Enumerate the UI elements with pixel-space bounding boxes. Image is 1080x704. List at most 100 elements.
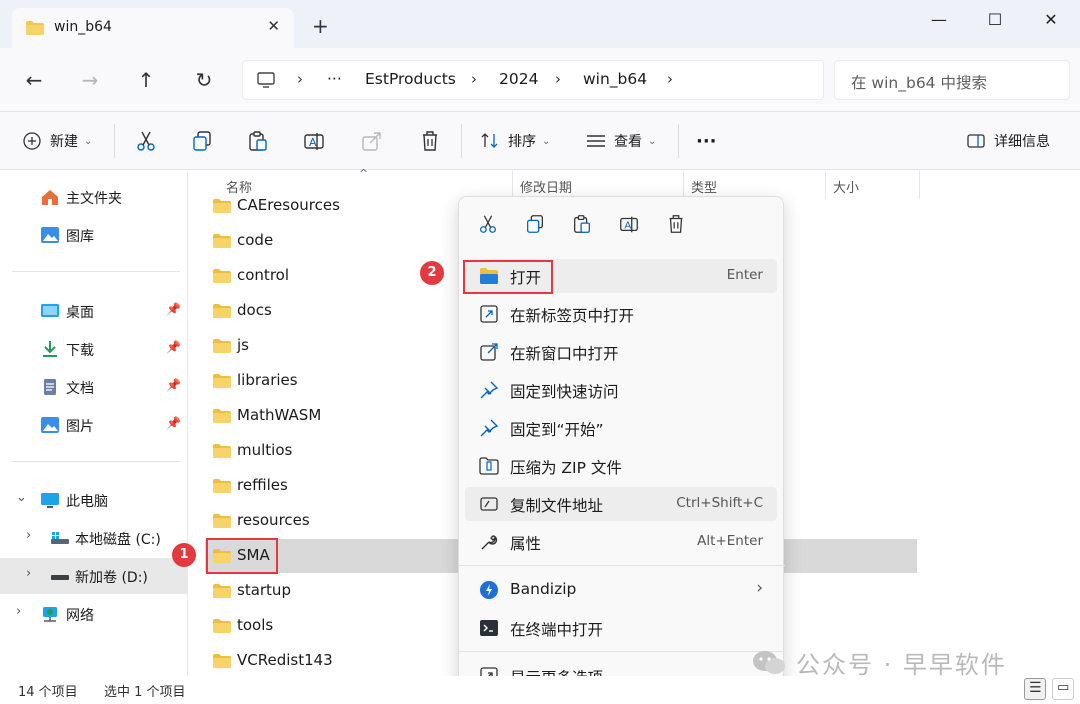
- forward-button[interactable]: →: [76, 66, 104, 94]
- minimize-button[interactable]: —: [924, 8, 954, 32]
- menu-item-pin-start[interactable]: 固定到“开始”: [465, 411, 777, 445]
- divider: [114, 124, 115, 158]
- search-input[interactable]: 在 win_b64 中搜索: [834, 60, 1070, 100]
- pin-icon[interactable]: 📌: [166, 302, 181, 316]
- menu-item-properties[interactable]: 属性 Alt+Enter: [465, 525, 777, 559]
- divider: [459, 565, 785, 566]
- cut-icon[interactable]: [477, 213, 499, 235]
- sidebar-item-drive-d[interactable]: › 新加卷 (D:): [0, 558, 187, 594]
- delete-icon[interactable]: [418, 129, 442, 153]
- folder-icon: [213, 234, 231, 248]
- menu-item-label: 压缩为 ZIP 文件: [510, 459, 622, 477]
- status-bar: 14 个项目 选中 1 个项目: [0, 676, 1080, 704]
- pin-icon[interactable]: 📌: [166, 416, 181, 430]
- breadcrumb-win-b64[interactable]: win_b64: [583, 70, 647, 88]
- share-icon[interactable]: [360, 129, 384, 153]
- menu-item-open-new-window[interactable]: 在新窗口中打开: [465, 335, 777, 369]
- sidebar-item-network[interactable]: › 网络: [0, 596, 187, 632]
- pin-icon[interactable]: 📌: [166, 340, 181, 354]
- wrench-icon: [481, 535, 498, 550]
- maximize-button[interactable]: ☐: [980, 8, 1010, 32]
- menu-item-copy-path[interactable]: 复制文件地址 Ctrl+Shift+C: [465, 487, 777, 521]
- divider: [459, 651, 785, 652]
- chevron-right-icon[interactable]: ›: [16, 604, 21, 619]
- sidebar-item-downloads[interactable]: 下载 📌: [0, 331, 187, 367]
- file-name: code: [237, 231, 274, 249]
- file-name: control: [237, 266, 289, 284]
- new-label: 新建: [50, 134, 78, 150]
- chevron-down-icon: ⌄: [84, 135, 93, 147]
- new-button[interactable]: 新建 ⌄: [22, 128, 92, 154]
- sidebar-item-pictures[interactable]: 图片 📌: [0, 407, 187, 443]
- chevron-right-icon[interactable]: ›: [26, 528, 31, 543]
- close-tab-icon[interactable]: ✕: [267, 17, 280, 35]
- paste-icon[interactable]: [571, 213, 593, 235]
- folder-icon: [213, 584, 231, 598]
- breadcrumb-overflow[interactable]: ···: [327, 70, 342, 88]
- cut-icon[interactable]: [134, 129, 158, 153]
- pin-icon[interactable]: 📌: [166, 378, 181, 392]
- chevron-down-icon[interactable]: ⌄: [16, 490, 27, 505]
- menu-item-compress-zip[interactable]: 压缩为 ZIP 文件: [465, 449, 777, 483]
- drive-icon: [51, 575, 69, 580]
- copy-icon[interactable]: [524, 213, 546, 235]
- delete-icon[interactable]: [665, 213, 687, 235]
- sidebar-item-label: 图库: [66, 229, 94, 245]
- copy-icon[interactable]: [190, 129, 214, 153]
- zip-icon: [479, 457, 499, 475]
- file-name: MathWASM: [237, 406, 322, 424]
- breadcrumb-estproducts[interactable]: EstProducts: [365, 70, 456, 88]
- sidebar-item-gallery[interactable]: 图库: [0, 217, 187, 253]
- rename-icon[interactable]: A: [302, 129, 326, 153]
- sidebar-item-home[interactable]: 主文件夹: [0, 179, 187, 215]
- up-button[interactable]: ↑: [132, 66, 160, 94]
- menu-item-open-new-tab[interactable]: 在新标签页中打开: [465, 297, 777, 331]
- menu-item-pin-quick-access[interactable]: 固定到快速访问: [465, 373, 777, 407]
- sort-button[interactable]: 排序 ⌄: [480, 128, 550, 154]
- more-options-button[interactable]: ···: [696, 128, 717, 154]
- sidebar-item-documents[interactable]: 文档 📌: [0, 369, 187, 405]
- close-window-button[interactable]: ✕: [1036, 8, 1066, 32]
- view-button[interactable]: 查看 ⌄: [586, 128, 656, 154]
- vertical-scrollbar[interactable]: [1068, 171, 1080, 676]
- divider: [12, 271, 180, 272]
- pin-icon: [480, 381, 499, 399]
- details-pane-button[interactable]: 详细信息: [966, 128, 1050, 154]
- new-tab-button[interactable]: +: [312, 16, 329, 36]
- rename-icon[interactable]: A: [618, 213, 640, 235]
- step-badge-1: 1: [172, 543, 196, 567]
- chevron-right-icon: ›: [667, 70, 673, 88]
- folder-icon: [213, 444, 231, 458]
- gallery-icon: [41, 227, 59, 243]
- terminal-icon: [480, 620, 498, 636]
- chevron-right-icon[interactable]: ›: [26, 566, 31, 581]
- tab-win-b64[interactable]: win_b64 ✕: [12, 8, 294, 48]
- tiles-view-toggle[interactable]: ▭: [1052, 678, 1074, 700]
- pc-icon: [41, 493, 59, 508]
- view-icon: [587, 135, 605, 147]
- paste-icon[interactable]: [246, 129, 270, 153]
- folder-icon: [213, 374, 231, 388]
- view-label: 查看: [614, 134, 642, 150]
- menu-item-open-terminal[interactable]: 在终端中打开: [465, 611, 777, 645]
- menu-item-label: 固定到“开始”: [510, 421, 604, 439]
- wechat-icon: [753, 650, 785, 674]
- back-button[interactable]: ←: [20, 66, 48, 94]
- menu-item-label: Bandizip: [510, 580, 577, 598]
- breadcrumb[interactable]: › ··· EstProducts › 2024 › win_b64 ›: [242, 60, 824, 100]
- plus-circle-icon: [23, 132, 41, 150]
- refresh-button[interactable]: ↻: [190, 66, 218, 94]
- breadcrumb-2024[interactable]: 2024: [499, 70, 538, 88]
- folder-icon: [213, 409, 231, 423]
- menu-item-bandizip[interactable]: Bandizip ›: [465, 573, 777, 607]
- folder-icon: [213, 479, 231, 493]
- sidebar-item-label: 本地磁盘 (C:): [75, 532, 161, 548]
- sidebar-item-label: 桌面: [66, 305, 94, 321]
- sidebar-item-this-pc[interactable]: ⌄ 此电脑: [0, 482, 187, 518]
- highlight-box-open: [463, 260, 553, 294]
- sidebar-item-drive-c[interactable]: › 本地磁盘 (C:): [0, 520, 187, 556]
- column-divider[interactable]: [919, 171, 920, 199]
- details-view-toggle[interactable]: ☰: [1024, 678, 1046, 700]
- chevron-down-icon: ⌄: [648, 135, 657, 147]
- sidebar-item-desktop[interactable]: 桌面 📌: [0, 293, 187, 329]
